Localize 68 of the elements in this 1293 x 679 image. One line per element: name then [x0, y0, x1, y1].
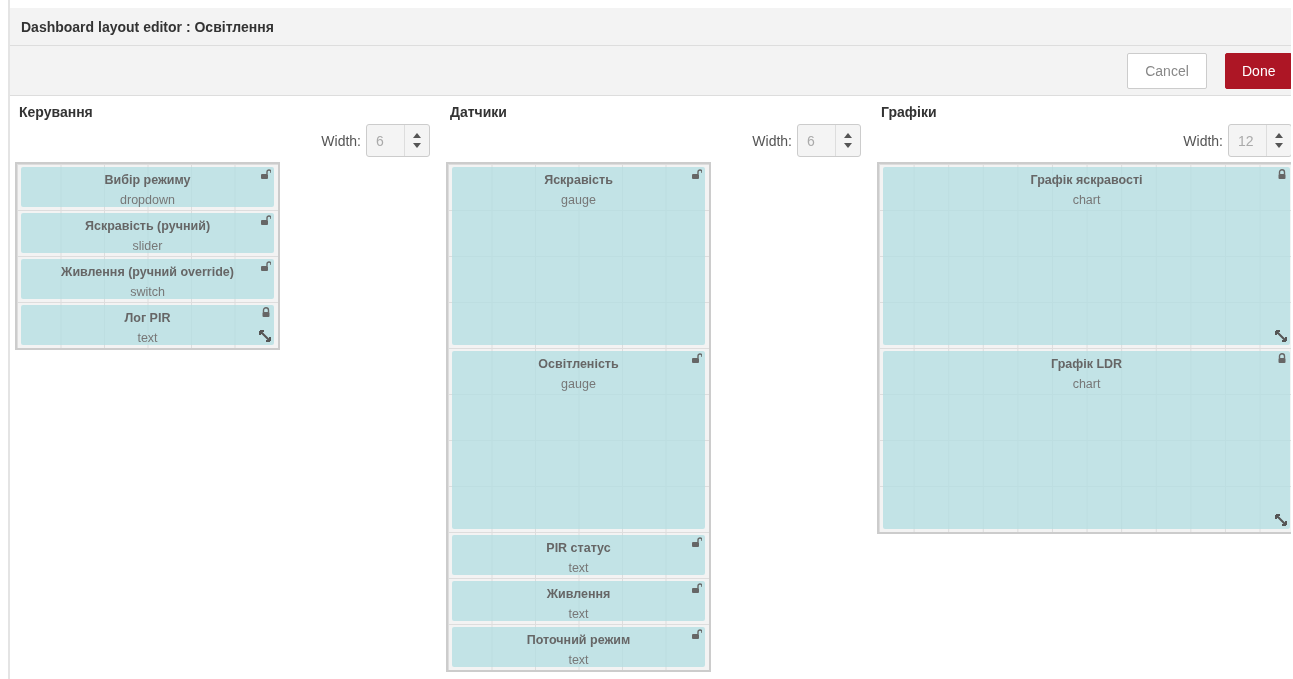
- width-value: 12: [1237, 131, 1255, 151]
- unlock-icon[interactable]: [261, 169, 271, 179]
- widget-type: switch: [130, 284, 165, 301]
- widget-type: dropdown: [120, 192, 175, 209]
- lock-icon[interactable]: [1277, 169, 1288, 179]
- widget-type: gauge: [561, 376, 596, 393]
- widget-name: Живлення (ручний override): [61, 264, 234, 281]
- widget-name: Вибір режиму: [104, 172, 191, 189]
- widget-name: Яскравість: [544, 172, 613, 189]
- group-title: Керування: [18, 104, 94, 120]
- lock-icon[interactable]: [261, 307, 271, 317]
- unlock-icon[interactable]: [692, 537, 702, 547]
- widget-name: Освітленість: [538, 356, 619, 373]
- group-title: Графіки: [880, 104, 938, 120]
- width-label: Width:: [321, 132, 361, 149]
- widget-name: Яскравість (ручний): [84, 218, 211, 235]
- width-spinner[interactable]: 6: [797, 124, 861, 157]
- unlock-icon[interactable]: [261, 261, 271, 271]
- widget-name: Поточний режим: [526, 632, 631, 649]
- resize-handle-icon[interactable]: [1275, 330, 1288, 342]
- widget-type: chart: [1072, 376, 1101, 393]
- width-label: Width:: [752, 132, 792, 149]
- widget-tile[interactable]: Живлення text: [452, 581, 705, 621]
- up-arrow-icon[interactable]: [413, 132, 421, 138]
- widget-name: Живлення: [546, 586, 611, 603]
- widget-name: Графік яскравості: [1030, 172, 1143, 189]
- widget-tile[interactable]: Живлення (ручний override) switch: [21, 259, 274, 299]
- window-title: Dashboard layout editor : Освітлення: [21, 18, 274, 35]
- widget-type: text: [568, 652, 589, 669]
- down-arrow-icon[interactable]: [844, 143, 852, 149]
- widget-type: text: [137, 330, 158, 347]
- width-value: 6: [375, 131, 385, 151]
- widget-tile[interactable]: Яскравість gauge: [452, 167, 705, 345]
- widget-name: Лог PIR: [124, 310, 171, 327]
- widget-tile[interactable]: Графік яскравості chart: [883, 167, 1291, 345]
- done-button[interactable]: Done: [1225, 52, 1291, 89]
- unlock-icon[interactable]: [692, 583, 702, 593]
- width-value: 6: [806, 131, 816, 151]
- resize-handle-icon[interactable]: [259, 330, 271, 342]
- up-arrow-icon[interactable]: [1275, 132, 1283, 138]
- width-spinner[interactable]: 12: [1228, 124, 1291, 157]
- widget-type: slider: [132, 238, 163, 255]
- widget-name: Графік LDR: [1051, 356, 1123, 373]
- widget-type: text: [568, 606, 589, 623]
- widget-tile[interactable]: Лог PIR text: [21, 305, 274, 345]
- widget-tile[interactable]: PIR статус text: [452, 535, 705, 575]
- down-arrow-icon[interactable]: [413, 143, 421, 149]
- cancel-button[interactable]: Cancel: [1127, 52, 1207, 89]
- unlock-icon[interactable]: [692, 169, 702, 179]
- widget-tile[interactable]: Вибір режиму dropdown: [21, 167, 274, 207]
- widget-tile[interactable]: Поточний режим text: [452, 627, 705, 667]
- width-label: Width:: [1183, 132, 1223, 149]
- widget-type: chart: [1072, 192, 1101, 209]
- widget-type: gauge: [561, 192, 596, 209]
- unlock-icon[interactable]: [692, 629, 702, 639]
- widget-name: PIR статус: [546, 540, 611, 557]
- widget-tile[interactable]: Яскравість (ручний) slider: [21, 213, 274, 253]
- widget-type: text: [568, 560, 589, 577]
- group-title: Датчики: [449, 104, 508, 120]
- up-arrow-icon[interactable]: [844, 132, 852, 138]
- resize-handle-icon[interactable]: [1275, 514, 1288, 526]
- unlock-icon[interactable]: [692, 353, 702, 363]
- unlock-icon[interactable]: [261, 215, 271, 225]
- down-arrow-icon[interactable]: [1275, 143, 1283, 149]
- widget-tile[interactable]: Освітленість gauge: [452, 351, 705, 529]
- lock-icon[interactable]: [1277, 353, 1288, 363]
- width-spinner[interactable]: 6: [366, 124, 430, 157]
- widget-tile[interactable]: Графік LDR chart: [883, 351, 1291, 529]
